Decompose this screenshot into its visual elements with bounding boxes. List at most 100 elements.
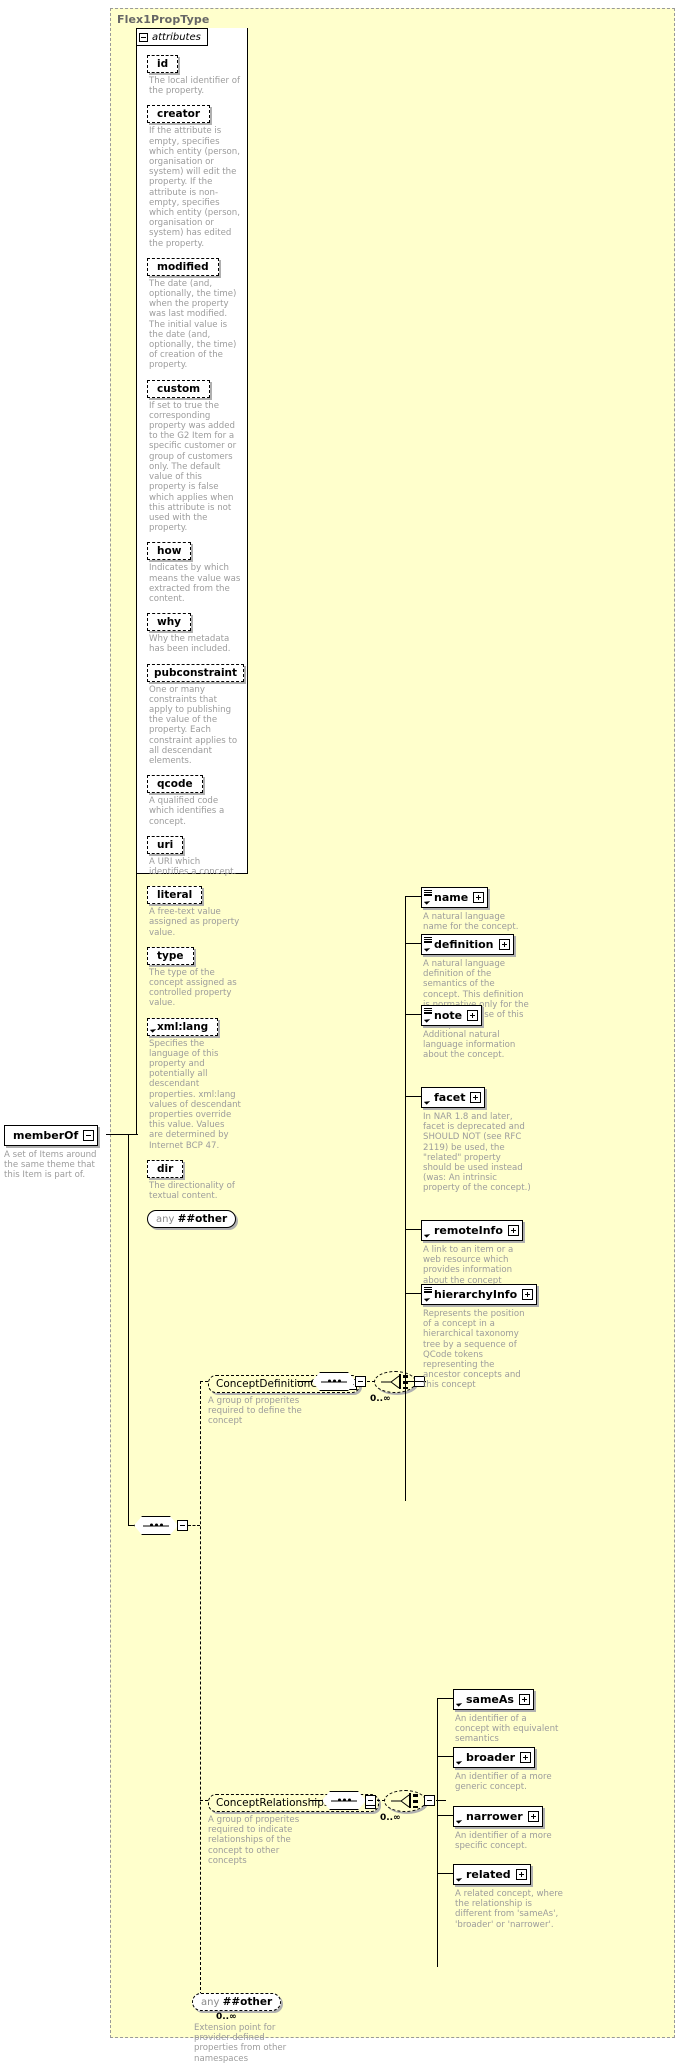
expand-plus-icon[interactable]: [520, 1752, 532, 1763]
connector-memberof-h: [106, 1134, 136, 1135]
any-element-prefix: any: [201, 1997, 220, 2008]
attribute-box-type[interactable]: type: [147, 946, 194, 965]
collapse-minus-icon[interactable]: [139, 32, 148, 42]
attribute-label-xmllang: xml:lang: [157, 1020, 209, 1033]
element-doc-remoteinfo: A link to an item or a web resource whic…: [423, 1245, 514, 1286]
element-node-remoteinfo[interactable]: remoteInfo A link to an item or a web re…: [421, 1219, 531, 1286]
attribute-box-id[interactable]: id: [147, 55, 179, 73]
element-node-narrower[interactable]: narrower An identifier of a more specifi…: [453, 1805, 563, 1851]
any-attribute-namespace: ##other: [177, 1213, 228, 1226]
memberof-node[interactable]: memberOf A set of Items around the same …: [4, 1124, 110, 1181]
attribute-box-pubconstraint[interactable]: pubconstraint: [147, 663, 245, 682]
element-box-narrower[interactable]: narrower: [453, 1806, 543, 1827]
attribute-box-literal[interactable]: literal: [147, 886, 203, 905]
attribute-box-custom[interactable]: custom: [147, 379, 211, 398]
element-doc-hierarchyinfo: Represents the position of a concept in …: [423, 1309, 525, 1391]
element-label-related: related: [466, 1868, 511, 1881]
element-box-related[interactable]: related: [453, 1864, 531, 1885]
attribute-row-custom[interactable]: custom If set to true the corresponding …: [147, 377, 243, 534]
root-sequence-compositor[interactable]: [134, 1516, 178, 1535]
attribute-row-how[interactable]: how Indicates by which means the value w…: [147, 539, 243, 604]
crg-choice-toggle[interactable]: [424, 1795, 435, 1806]
expand-plus-icon[interactable]: [467, 1010, 479, 1021]
attribute-box-qcode[interactable]: qcode: [147, 775, 203, 794]
cdg-sequence-compositor[interactable]: [312, 1372, 356, 1391]
attribute-box-how[interactable]: how: [147, 542, 192, 561]
attribute-row-qcode[interactable]: qcode A qualified code which identifies …: [147, 772, 243, 827]
any-attribute-box[interactable]: any ##other: [147, 1210, 237, 1229]
element-box-note[interactable]: note: [421, 1005, 483, 1026]
attribute-doc-xmllang: Specifies the language of this property …: [149, 1038, 241, 1151]
attribute-row-type[interactable]: type The type of the concept assigned as…: [147, 944, 243, 1009]
any-attribute-row[interactable]: any ##other: [147, 1207, 243, 1229]
expand-plus-icon[interactable]: [473, 892, 485, 903]
element-doc-facet: In NAR 1.8 and later, facet is deprecate…: [423, 1112, 531, 1194]
attribute-row-xmllang[interactable]: xml:lang Specifies the language of this …: [147, 1015, 243, 1151]
crg-sequence-compositor[interactable]: [322, 1791, 366, 1810]
element-node-sameas[interactable]: sameAs An identifier of a concept with e…: [453, 1688, 563, 1745]
element-box-remoteinfo[interactable]: remoteInfo: [421, 1220, 523, 1241]
any-element-box[interactable]: any ##other: [192, 1993, 282, 2011]
expand-plus-icon[interactable]: [527, 1811, 539, 1822]
element-box-sameas[interactable]: sameAs: [453, 1689, 534, 1710]
attribute-box-modified[interactable]: modified: [147, 257, 219, 276]
attribute-row-id[interactable]: id The local identifier of the property.: [147, 52, 243, 96]
memberof-box[interactable]: memberOf: [4, 1125, 99, 1146]
root-sequence-toggle[interactable]: [177, 1520, 188, 1531]
attribute-doc-pubconstraint: One or many constraints that apply to pu…: [149, 684, 238, 766]
attribute-box-why[interactable]: why: [147, 613, 192, 632]
attribute-doc-modified: The date (and, optionally, the time) whe…: [149, 278, 237, 371]
any-element-node[interactable]: any ##other 0..∞ Extension point for pro…: [192, 1990, 306, 2064]
element-node-note[interactable]: note Additional natural language informa…: [421, 1004, 531, 1061]
crg-branch-related: [437, 1873, 453, 1874]
attribute-box-uri[interactable]: uri: [147, 835, 184, 854]
attribute-box-dir[interactable]: dir: [147, 1159, 184, 1178]
element-node-name[interactable]: name A natural language name for the con…: [421, 886, 531, 932]
element-doc-sameas: An identifier of a concept with equivale…: [455, 1714, 559, 1745]
attribute-row-uri[interactable]: uri A URI which identifies a concept.: [147, 833, 243, 877]
crg-choice-compositor[interactable]: [384, 1790, 426, 1812]
connector-attr-vertical: [136, 874, 137, 1135]
element-label-remoteinfo: remoteInfo: [434, 1224, 503, 1237]
cdg-branch-remoteinfo: [405, 1229, 421, 1230]
expand-plus-icon[interactable]: [515, 1869, 527, 1880]
element-box-facet[interactable]: facet: [421, 1087, 486, 1108]
branch-root-trunk: [200, 1381, 201, 2000]
cdg-sequence-toggle[interactable]: [355, 1376, 366, 1387]
crg-sequence-toggle[interactable]: [365, 1795, 376, 1806]
expand-plus-icon[interactable]: [498, 939, 510, 950]
attributes-tab[interactable]: attributes: [136, 28, 208, 46]
element-node-hierarchyinfo[interactable]: hierarchyInfo Represents the position of…: [421, 1283, 538, 1391]
attribute-doc-qcode: A qualified code which identifies a conc…: [149, 796, 225, 827]
any-element-cardinality: 0..∞: [216, 2012, 237, 2022]
attribute-row-why[interactable]: why Why the metadata has been included.: [147, 610, 243, 654]
attribute-row-literal[interactable]: literal A free-text value assigned as pr…: [147, 883, 243, 938]
branch-to-relationships-group: [200, 1800, 208, 1801]
element-box-hierarchyinfo[interactable]: hierarchyInfo: [421, 1284, 538, 1305]
element-box-definition[interactable]: definition: [421, 934, 514, 955]
crg-choice-out-h: [436, 1800, 446, 1801]
crg-to-seq-line: [310, 1800, 322, 1801]
expand-plus-icon[interactable]: [518, 1694, 530, 1705]
attribute-row-pubconstraint[interactable]: pubconstraint One or many constraints th…: [147, 661, 245, 767]
attribute-row-dir[interactable]: dir The directionality of textual conten…: [147, 1157, 243, 1201]
attribute-row-modified[interactable]: modified The date (and, optionally, the …: [147, 255, 243, 371]
element-node-facet[interactable]: facet In NAR 1.8 and later, facet is dep…: [421, 1086, 531, 1194]
attribute-row-creator[interactable]: creator If the attribute is empty, speci…: [147, 102, 243, 249]
element-label-sameas: sameAs: [466, 1693, 514, 1706]
attribute-box-creator[interactable]: creator: [147, 105, 211, 124]
attribute-doc-id: The local identifier of the property.: [149, 76, 241, 97]
choice-compositor-icon: [381, 1374, 408, 1389]
expand-plus-icon[interactable]: [507, 1225, 519, 1236]
collapse-minus-icon[interactable]: [83, 1130, 95, 1141]
attribute-doc-why: Why the metadata has been included.: [149, 634, 231, 655]
element-node-related[interactable]: related A related concept, where the rel…: [453, 1863, 563, 1930]
element-node-broader[interactable]: broader An identifier of a more generic …: [453, 1746, 563, 1792]
attribute-box-xmllang[interactable]: xml:lang: [147, 1017, 219, 1036]
cdg-cardinality: 0..∞: [370, 1394, 391, 1404]
expand-plus-icon[interactable]: [470, 1092, 482, 1103]
element-box-name[interactable]: name: [421, 887, 489, 908]
element-box-broader[interactable]: broader: [453, 1747, 536, 1768]
cdg-choice-compositor[interactable]: [374, 1371, 416, 1393]
expand-plus-icon[interactable]: [522, 1289, 534, 1300]
